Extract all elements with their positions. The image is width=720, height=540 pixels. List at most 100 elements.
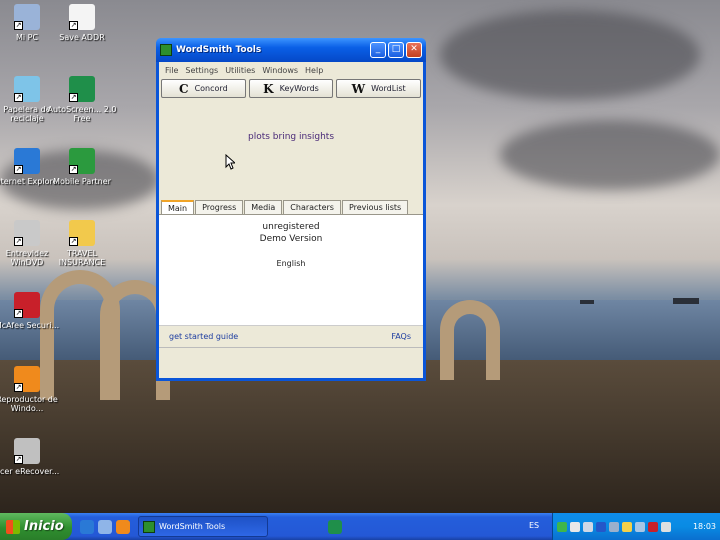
status-bar xyxy=(159,347,423,371)
links-row: get started guide FAQs xyxy=(159,325,423,347)
slogan-text: plots bring insights xyxy=(247,132,335,142)
autoscreen-task-icon[interactable] xyxy=(328,519,342,534)
desktop-icon[interactable]: ↗ Mobile Partner xyxy=(47,148,117,186)
shortcut-arrow-icon: ↗ xyxy=(14,165,23,174)
wordsmith-task-icon xyxy=(143,520,155,533)
mcafee-tray-icon[interactable] xyxy=(648,521,658,532)
battery-icon[interactable] xyxy=(622,521,632,532)
get-started-link[interactable]: get started guide xyxy=(169,332,238,341)
menu-settings[interactable]: Settings xyxy=(185,66,218,75)
internet-explorer-quicklaunch-icon[interactable] xyxy=(80,519,94,534)
shortcut-arrow-icon: ↗ xyxy=(14,93,23,102)
shortcut-arrow-icon: ↗ xyxy=(14,455,23,464)
desktop-icon-label: TRAVEL INSURANCE xyxy=(58,249,106,267)
tab-progress[interactable]: Progress xyxy=(195,200,244,214)
network-icon[interactable] xyxy=(557,521,567,532)
desktop-icon[interactable]: ↗ McAfee Securi... xyxy=(0,292,62,330)
taskbar: Inicio WordSmith Tools 18:03 xyxy=(0,513,720,540)
keywords-letter-icon: K xyxy=(263,81,274,96)
tab-main[interactable]: Main xyxy=(161,200,195,214)
splash-area: plots bring insights xyxy=(159,98,423,196)
tab-characters[interactable]: Characters xyxy=(283,200,341,214)
folder-icon: ↗ xyxy=(69,220,95,246)
desktop-icon-label: Acer eRecover... xyxy=(0,467,60,476)
menu-file[interactable]: File xyxy=(165,66,178,75)
keywords-label: KeyWords xyxy=(279,84,319,93)
shortcut-arrow-icon: ↗ xyxy=(14,383,23,392)
minimize-button[interactable]: _ xyxy=(370,42,386,58)
registration-status: unregistered Demo Version xyxy=(159,215,423,245)
document-icon: ↗ xyxy=(69,4,95,30)
maximize-button[interactable]: □ xyxy=(388,42,404,58)
concord-letter-icon: C xyxy=(179,81,189,96)
close-button[interactable]: ✕ xyxy=(406,42,422,58)
clock[interactable]: 18:03 xyxy=(693,522,716,531)
desktop-icon-label: McAfee Securi... xyxy=(0,321,60,330)
tab-previous-lists[interactable]: Previous lists xyxy=(341,200,409,214)
acer-erecovery-icon: ↗ xyxy=(14,438,40,464)
window-title: WordSmith Tools xyxy=(176,45,262,55)
shortcut-arrow-icon: ↗ xyxy=(14,21,23,30)
shortcut-arrow-icon: ↗ xyxy=(69,237,78,246)
quick-launch xyxy=(80,519,130,534)
wordsmith-app-icon xyxy=(160,44,172,56)
menu-windows[interactable]: Windows xyxy=(262,66,298,75)
registration-line-2: Demo Version xyxy=(259,234,323,244)
display-icon[interactable] xyxy=(609,521,619,532)
volume-icon[interactable] xyxy=(583,521,593,532)
mcafee-icon: ↗ xyxy=(14,292,40,318)
shortcut-arrow-icon: ↗ xyxy=(69,165,78,174)
system-tray: 18:03 xyxy=(552,513,720,540)
shortcut-arrow-icon: ↗ xyxy=(14,237,23,246)
mouse-cursor-icon xyxy=(225,154,235,170)
internet-explorer-icon: ↗ xyxy=(14,148,40,174)
wordlist-button[interactable]: W WordList xyxy=(336,79,422,98)
wordsmith-window[interactable]: WordSmith Tools _ □ ✕ File Settings Util… xyxy=(156,38,426,381)
windvd-icon: ↗ xyxy=(14,220,40,246)
desktop-icon-label: AutoScreen... 2.0 Free xyxy=(47,105,117,123)
desktop-icon-label: Reproductor de Windo... xyxy=(0,395,58,413)
wireless-icon[interactable] xyxy=(635,521,645,532)
security-icon[interactable] xyxy=(570,521,580,532)
desktop-icon-label: Save ADDR xyxy=(59,33,105,42)
taskbar-item-wordsmith[interactable]: WordSmith Tools xyxy=(138,516,268,537)
keywords-button[interactable]: K KeyWords xyxy=(248,79,334,98)
start-button[interactable]: Inicio xyxy=(0,513,72,540)
mobile-partner-icon: ↗ xyxy=(69,148,95,174)
start-label: Inicio xyxy=(24,519,64,534)
my-computer-icon: ↗ xyxy=(14,4,40,30)
media-player-icon: ↗ xyxy=(14,366,40,392)
shortcut-arrow-icon: ↗ xyxy=(14,309,23,318)
recycle-bin-icon: ↗ xyxy=(14,76,40,102)
language-indicator[interactable]: ES xyxy=(529,521,539,530)
show-desktop-icon[interactable] xyxy=(98,519,112,534)
bluetooth-icon[interactable] xyxy=(596,521,606,532)
registration-line-1: unregistered xyxy=(262,222,320,232)
autoscreen-icon: ↗ xyxy=(69,76,95,102)
tab-strip: Main Progress Media Characters Previous … xyxy=(159,200,423,214)
desktop-icon-label: Mobile Partner xyxy=(53,177,111,186)
menu-help[interactable]: Help xyxy=(305,66,323,75)
desktop-icon[interactable]: ↗ Save ADDR xyxy=(47,4,117,42)
concord-button[interactable]: C Concord xyxy=(161,79,246,98)
windows-flag-icon xyxy=(6,519,20,534)
wordlist-label: WordList xyxy=(371,84,406,93)
update-icon[interactable] xyxy=(661,521,671,532)
concord-label: Concord xyxy=(194,84,228,93)
shortcut-arrow-icon: ↗ xyxy=(69,93,78,102)
desktop-icon[interactable]: ↗ AutoScreen... 2.0 Free xyxy=(47,76,117,123)
menu-utilities[interactable]: Utilities xyxy=(225,66,255,75)
task-label: WordSmith Tools xyxy=(159,522,226,531)
title-bar[interactable]: WordSmith Tools _ □ ✕ xyxy=(156,38,426,62)
desktop-icon[interactable]: ↗ Acer eRecover... xyxy=(0,438,62,476)
language-label[interactable]: English xyxy=(159,245,423,268)
desktop-icon[interactable]: ↗ TRAVEL INSURANCE xyxy=(47,220,117,267)
faqs-link[interactable]: FAQs xyxy=(391,332,411,341)
desktop-icon[interactable]: ↗ Reproductor de Windo... xyxy=(0,366,62,413)
shortcut-arrow-icon: ↗ xyxy=(69,21,78,30)
menu-bar: File Settings Utilities Windows Help xyxy=(159,62,423,78)
tab-media[interactable]: Media xyxy=(244,200,283,214)
main-panel: unregistered Demo Version English xyxy=(159,214,423,325)
media-player-quicklaunch-icon[interactable] xyxy=(116,519,130,534)
wordlist-letter-icon: W xyxy=(351,81,366,96)
